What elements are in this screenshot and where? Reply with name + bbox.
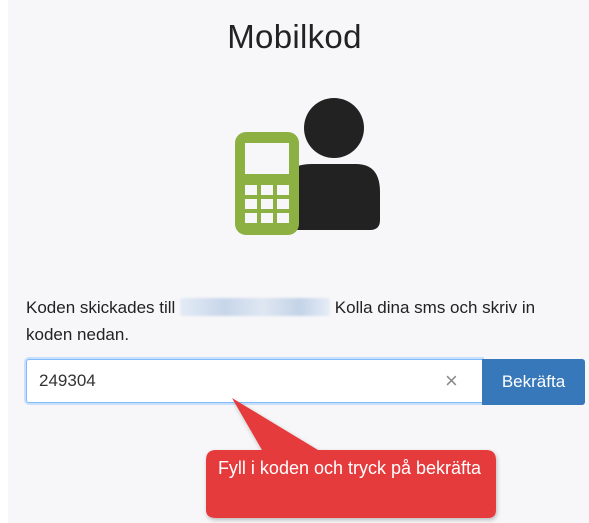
mobile-phone-user-icon: [235, 98, 380, 235]
code-input-value: 249304: [39, 371, 96, 390]
callout-text: Fyll i koden och tryck på bekräfta: [217, 458, 482, 478]
close-icon[interactable]: ×: [445, 369, 458, 393]
page-title: Mobilkod: [227, 18, 362, 55]
instruction-text-before: Koden skickades till: [26, 298, 176, 317]
redacted-phone-number: [180, 298, 331, 316]
instruction-text: Koden skickades till Kolla dina sms och …: [26, 294, 566, 348]
